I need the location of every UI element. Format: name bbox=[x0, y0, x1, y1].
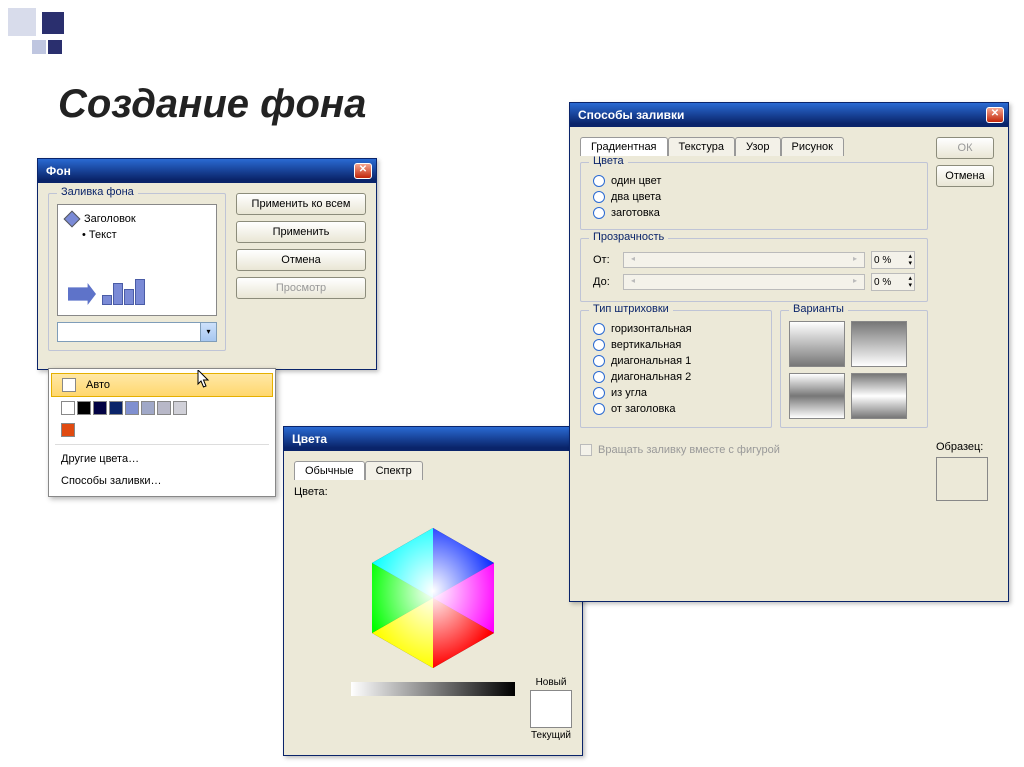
group-label: Прозрачность bbox=[589, 231, 668, 243]
arrow-icon bbox=[68, 283, 96, 305]
to-slider[interactable]: ◂▸ bbox=[623, 274, 865, 290]
recent-swatches bbox=[49, 419, 275, 441]
scheme-swatches bbox=[49, 397, 275, 419]
close-icon[interactable]: ✕ bbox=[986, 107, 1004, 123]
radio-preset[interactable]: заготовка bbox=[589, 205, 919, 221]
radio-horizontal[interactable]: горизонтальная bbox=[589, 321, 763, 337]
slide-preview: Заголовок • Текст bbox=[57, 204, 217, 316]
swatch[interactable] bbox=[157, 401, 171, 415]
preview-button[interactable]: Просмотр bbox=[236, 277, 366, 299]
sample-label: Образец: bbox=[936, 441, 998, 453]
checkbox-icon bbox=[580, 444, 592, 456]
swatch[interactable] bbox=[93, 401, 107, 415]
from-spin[interactable]: 0 %▴▾ bbox=[871, 251, 915, 269]
swatch[interactable] bbox=[61, 423, 75, 437]
close-icon[interactable]: ✕ bbox=[354, 163, 372, 179]
fill-dropdown[interactable]: ▾ bbox=[57, 322, 217, 342]
titlebar[interactable]: Способы заливки ✕ bbox=[570, 103, 1008, 127]
swatch[interactable] bbox=[77, 401, 91, 415]
swatch[interactable] bbox=[141, 401, 155, 415]
page-title: Создание фона bbox=[58, 82, 366, 127]
tab-picture[interactable]: Рисунок bbox=[781, 137, 845, 156]
ok-button[interactable]: ОК bbox=[936, 137, 994, 159]
titlebar[interactable]: Цвета bbox=[284, 427, 582, 451]
variant[interactable] bbox=[789, 373, 845, 419]
rotate-label: Вращать заливку вместе с фигурой bbox=[598, 444, 780, 456]
group-shading: Тип штриховки горизонтальная вертикальна… bbox=[580, 310, 772, 428]
tab-pattern[interactable]: Узор bbox=[735, 137, 781, 156]
variant[interactable] bbox=[851, 373, 907, 419]
hex-color-picker[interactable] bbox=[308, 502, 558, 717]
swatch[interactable] bbox=[125, 401, 139, 415]
group-fill: Заливка фона Заголовок • Текст ▾ bbox=[48, 193, 226, 351]
group-colors: Цвета один цвет два цвета заготовка bbox=[580, 162, 928, 230]
window-title: Цвета bbox=[288, 432, 578, 446]
group-label: Варианты bbox=[789, 303, 848, 315]
chevron-down-icon[interactable]: ▾ bbox=[200, 323, 216, 341]
radio-diag2[interactable]: диагональная 2 bbox=[589, 369, 763, 385]
auto-label: Авто bbox=[86, 379, 110, 391]
to-label: До: bbox=[593, 276, 617, 288]
auto-color-item[interactable]: Авто bbox=[51, 373, 273, 397]
radio-two-colors[interactable]: два цвета bbox=[589, 189, 919, 205]
cancel-button[interactable]: Отмена bbox=[936, 165, 994, 187]
tab-texture[interactable]: Текстура bbox=[668, 137, 735, 156]
diamond-icon bbox=[64, 211, 81, 228]
group-transparency: Прозрачность От: ◂▸ 0 %▴▾ До: ◂▸ 0 %▴▾ bbox=[580, 238, 928, 302]
color-popup: Авто Другие цвета… Способы заливки… bbox=[48, 368, 276, 497]
rotate-check: Вращать заливку вместе с фигурой bbox=[580, 444, 928, 456]
radio-vertical[interactable]: вертикальная bbox=[589, 337, 763, 353]
radio-diag1[interactable]: диагональная 1 bbox=[589, 353, 763, 369]
cancel-button[interactable]: Отмена bbox=[236, 249, 366, 271]
group-label: Тип штриховки bbox=[589, 303, 673, 315]
window-background: Фон ✕ Заливка фона Заголовок • Текст ▾ П… bbox=[37, 158, 377, 370]
apply-button[interactable]: Применить bbox=[236, 221, 366, 243]
cursor-icon bbox=[197, 370, 211, 388]
group-variants: Варианты bbox=[780, 310, 928, 428]
window-title: Способы заливки bbox=[574, 108, 986, 122]
from-slider[interactable]: ◂▸ bbox=[623, 252, 865, 268]
swatch[interactable] bbox=[61, 401, 75, 415]
tab-standard[interactable]: Обычные bbox=[294, 461, 365, 480]
window-colors: Цвета Обычные Спектр Цвета: bbox=[283, 426, 583, 756]
swatch[interactable] bbox=[109, 401, 123, 415]
new-color-box bbox=[530, 690, 572, 728]
new-label: Новый bbox=[530, 677, 572, 688]
auto-swatch bbox=[62, 378, 76, 392]
tab-gradient[interactable]: Градиентная bbox=[580, 137, 668, 156]
group-label: Цвета bbox=[589, 155, 628, 167]
fill-effects-item[interactable]: Способы заливки… bbox=[49, 470, 275, 492]
more-colors-item[interactable]: Другие цвета… bbox=[49, 448, 275, 470]
thumb-title: Заголовок bbox=[84, 213, 136, 225]
from-label: От: bbox=[593, 254, 617, 266]
group-label: Заливка фона bbox=[57, 186, 138, 198]
radio-title[interactable]: от заголовка bbox=[589, 401, 763, 417]
radio-one-color[interactable]: один цвет bbox=[589, 173, 919, 189]
variant[interactable] bbox=[851, 321, 907, 367]
colors-label: Цвета: bbox=[294, 486, 572, 498]
sample-box bbox=[936, 457, 988, 501]
tab-spectrum[interactable]: Спектр bbox=[365, 461, 423, 480]
swatch[interactable] bbox=[173, 401, 187, 415]
titlebar[interactable]: Фон ✕ bbox=[38, 159, 376, 183]
window-fill-effects: Способы заливки ✕ Градиентная Текстура У… bbox=[569, 102, 1009, 602]
variant[interactable] bbox=[789, 321, 845, 367]
radio-corner[interactable]: из угла bbox=[589, 385, 763, 401]
to-spin[interactable]: 0 %▴▾ bbox=[871, 273, 915, 291]
window-title: Фон bbox=[42, 164, 354, 178]
thumb-bullet: Текст bbox=[89, 229, 117, 241]
apply-all-button[interactable]: Применить ко всем bbox=[236, 193, 366, 215]
current-label: Текущий bbox=[530, 730, 572, 741]
chart-icon bbox=[102, 279, 145, 305]
